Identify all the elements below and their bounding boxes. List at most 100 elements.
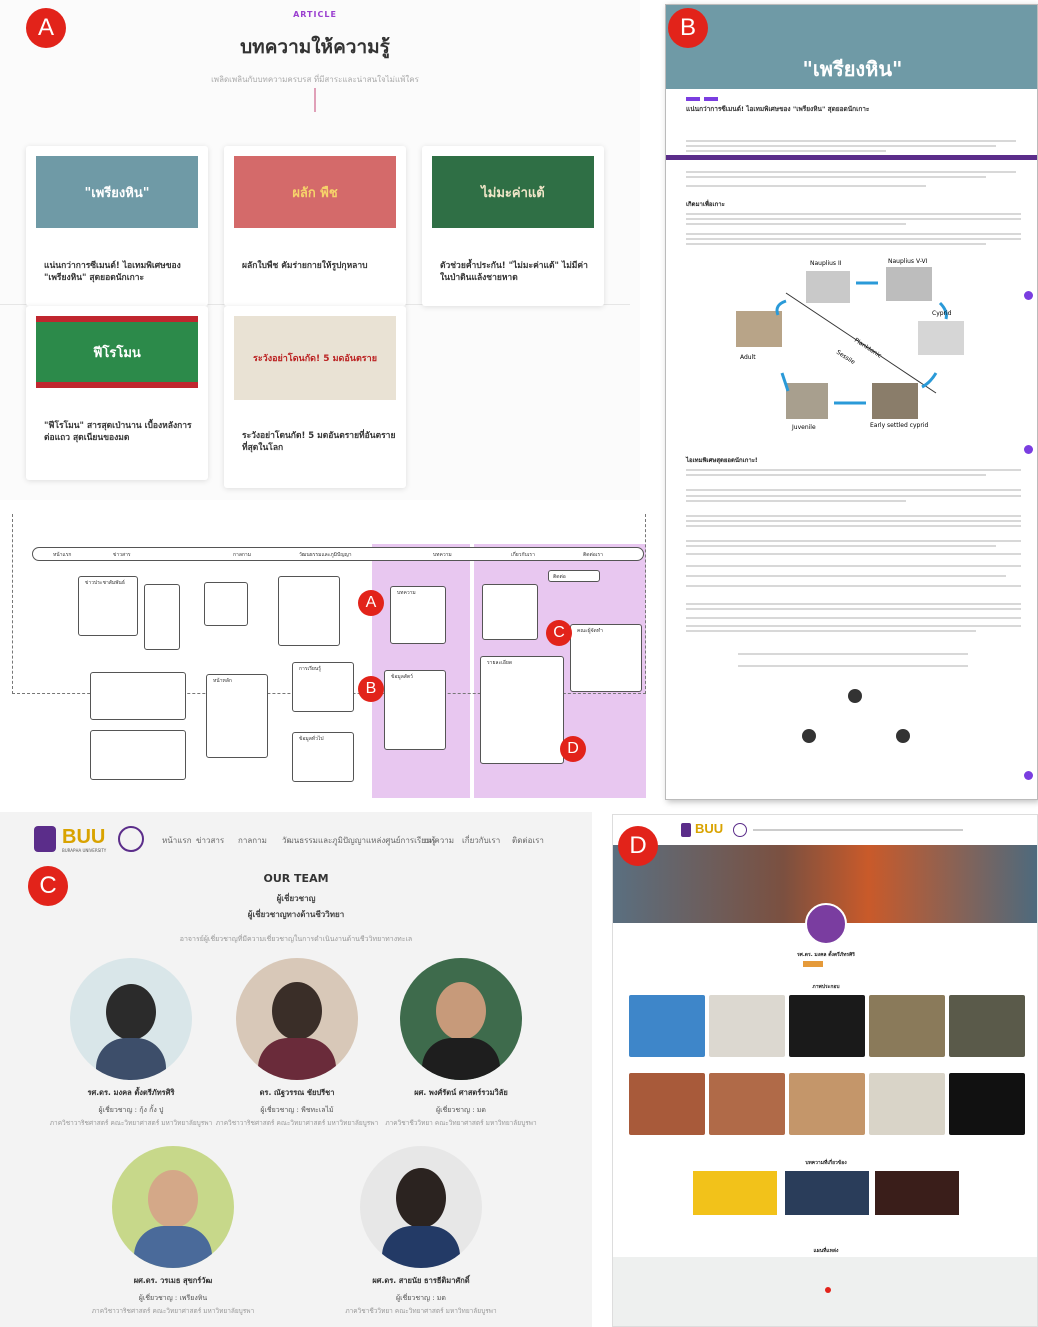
article-card[interactable]: ไม่มะค่าแต้ ตัวช่วยค้ำประกัน! "ไม่มะค่าแ… [422, 146, 604, 306]
article-title[interactable]: ตัวช่วยค้ำประกัน! "ไม่มะค่าแต้" ไม่มีค่า… [440, 260, 594, 284]
team-title: OUR TEAM [263, 872, 329, 885]
species-panel: BUU รศ.ดร. มงคล ตั้งตรีภัทรศิริ ภาพประกอ… [612, 814, 1038, 1327]
member-dept: ภาควิชาชีววิทยา คณะวิทยาศาสตร์ มหาวิทยาล… [385, 1119, 537, 1127]
page-subtitle: เพลิดเพลินกับบทความครบรส ที่มีสาระและน่า… [211, 75, 419, 84]
team-member-card: รศ.ดร. มงคล ตั้งตรีภัทรศิริ ผู้เชี่ยวชาญ… [46, 958, 216, 1128]
member-photo [236, 958, 358, 1080]
scroll-button[interactable] [1024, 445, 1033, 454]
nav-item[interactable]: วัฒนธรรมและภูมิปัญญา [282, 834, 366, 847]
nav-item[interactable]: เกี่ยวกับเรา [462, 834, 500, 847]
scroll-button[interactable] [1024, 291, 1033, 300]
logo[interactable]: BUU [695, 821, 723, 836]
article-thumbnail[interactable]: ไม่มะค่าแต้ [432, 156, 594, 228]
tag[interactable] [803, 961, 823, 967]
diagram-box: ข้อมูลสัตว์ [384, 670, 446, 750]
nav-item[interactable]: ข่าวสาร [196, 834, 224, 847]
specimen-image[interactable] [629, 1073, 705, 1135]
article-heading: แน่นกว่าการซีเมนต์! ไอเทมพิเศษของ "เพรีย… [686, 105, 870, 113]
article-title[interactable]: แน่นกว่าการซีเมนต์! ไอเทมพิเศษของ "เพรีย… [44, 260, 198, 284]
article-thumbnail[interactable]: ระวังอย่าโดนกัด! 5 มดอันตราย [234, 316, 396, 400]
member-dept: ภาควิชาวาริชศาสตร์ คณะวิทยาศาสตร์ มหาวิท… [49, 1119, 213, 1127]
member-role: ผู้เชี่ยวชาญ : กุ้ง กั้ง ปู [98, 1106, 164, 1114]
member-photo [70, 958, 192, 1080]
team-panel: BUU BURAPHA UNIVERSITY หน้าแรก ข่าวสาร ก… [0, 812, 592, 1327]
lifecycle-diagram: Nauplius II Nauplius V-VI Cyprid Plankto… [736, 258, 964, 431]
nav-item[interactable]: กาลกาม [238, 834, 267, 847]
rspg-logo-icon [733, 823, 747, 837]
diagram-box: การเรียนรู้ [292, 662, 354, 712]
specimen-image[interactable] [629, 995, 705, 1057]
article-thumbnail[interactable]: ผลัก พืช [234, 156, 396, 228]
related-article-thumbnail[interactable] [875, 1171, 959, 1215]
nav-label: กาลกาม [233, 552, 252, 558]
profile-name: รศ.ดร. มงคล ตั้งตรีภัทรศิริ [797, 952, 855, 958]
specimen-image[interactable] [709, 995, 785, 1057]
specimen-image[interactable] [709, 1073, 785, 1135]
stage-label: Planktonic [853, 337, 883, 360]
stage-label: Nauplius II [810, 260, 842, 267]
member-dept: ภาควิชาชีววิทยา คณะวิทยาศาสตร์ มหาวิทยาล… [345, 1307, 497, 1315]
marker-a: A [26, 8, 66, 48]
article-title[interactable]: ระวังอย่าโดนกัด! 5 มดอันตรายที่อันตรายที… [242, 430, 396, 454]
stage-label: Sessile [835, 349, 856, 366]
related-article-thumbnail[interactable] [693, 1171, 777, 1215]
member-photo [400, 958, 522, 1080]
article-title[interactable]: ผลักใบพืช คัมร่ายกายให้รูปกุหลาบ [242, 260, 396, 272]
specimen-image[interactable] [949, 995, 1025, 1057]
nav-item[interactable]: บทความ [424, 834, 454, 847]
team-intro: อาจารย์ผู้เชี่ยวชาญที่มีความเชี่ยวชาญในก… [179, 935, 413, 943]
article-title[interactable]: "ฟีโรโมน" สารสุดเป่านาน เบื้องหลังการต่อ… [44, 420, 198, 444]
article-card[interactable]: ผลัก พืช ผลักใบพืช คัมร่ายกายให้รูปกุหลา… [224, 146, 406, 306]
nav-label: ติดต่อเรา [583, 552, 603, 558]
member-photo [112, 1146, 234, 1268]
nav-item[interactable]: ติดต่อเรา [512, 834, 544, 847]
logo-subtitle: BURAPHA UNIVERSITY [62, 848, 107, 853]
diagram-marker-c: C [546, 620, 572, 646]
tag[interactable] [704, 97, 718, 101]
article-panel: ARTICLE บทความให้ความรู้ เพลิดเพลินกับบท… [0, 0, 640, 500]
article-thumbnail[interactable]: ฟีโรโมน [36, 316, 198, 388]
nav-label: วัฒนธรรมและภูมิปัญญา [299, 552, 352, 558]
logo[interactable]: BUU [62, 826, 105, 849]
avatar[interactable] [896, 729, 910, 743]
article-card[interactable]: ฟีโรโมน "ฟีโรโมน" สารสุดเป่านาน เบื้องหล… [26, 306, 208, 480]
avatar[interactable] [848, 689, 862, 703]
nav-label: บทความ [433, 552, 452, 558]
marker-c: C [28, 866, 68, 906]
stage-label: Early settled cyprid [870, 422, 928, 429]
diagram-box [482, 584, 538, 640]
specimen-image[interactable] [789, 1073, 865, 1135]
section-title: ภาพประกอบ [812, 984, 840, 990]
article-thumbnail[interactable]: "เพรียงหิน" [36, 156, 198, 228]
map-pin-icon[interactable] [825, 1287, 831, 1293]
diagram-marker-b: B [358, 676, 384, 702]
member-role: ผู้เชี่ยวชาญ : เพรียงหิน [138, 1294, 208, 1302]
scroll-button[interactable] [1024, 771, 1033, 780]
specimen-image[interactable] [949, 1073, 1025, 1135]
team-subtitle: ผู้เชี่ยวชาญทางด้านชีววิทยา [247, 910, 345, 919]
stage-label: Nauplius V-VI [888, 258, 928, 265]
profile-avatar[interactable] [805, 903, 847, 945]
specimen-image[interactable] [869, 995, 945, 1057]
diagram-marker-a: A [358, 590, 384, 616]
article-card[interactable]: ระวังอย่าโดนกัด! 5 มดอันตราย ระวังอย่าโด… [224, 306, 406, 488]
specimen-image[interactable] [869, 1073, 945, 1135]
nav-item[interactable]: หน้าแรก [162, 834, 192, 847]
member-dept: ภาควิชาวาริชศาสตร์ คณะวิทยาศาสตร์ มหาวิท… [215, 1119, 379, 1127]
specimen-image[interactable] [789, 995, 865, 1057]
member-dept: ภาควิชาวาริชศาสตร์ คณะวิทยาศาสตร์ มหาวิท… [91, 1307, 255, 1315]
diagram-box: ข้อมูลทั่วไป [292, 732, 354, 782]
team-subtitle: ผู้เชี่ยวชาญ [276, 894, 316, 903]
avatar[interactable] [802, 729, 816, 743]
section-heading: ไอเทมพิเศษสุดยอดนักเกาะ! [686, 457, 758, 464]
tag[interactable] [686, 97, 700, 101]
article-card[interactable]: "เพรียงหิน" แน่นกว่าการซีเมนต์! ไอเทมพิเ… [26, 146, 208, 306]
nav-bar[interactable] [753, 829, 963, 831]
section-title: บทความที่เกี่ยวข้อง [805, 1160, 847, 1166]
nav-label: ข่าวสาร [113, 552, 131, 558]
diagram-box [204, 582, 248, 626]
member-name: ผศ.ดร. สายนัย ธารธีติมาศักดิ์ [372, 1276, 470, 1285]
related-article-thumbnail[interactable] [785, 1171, 869, 1215]
stage-label: Juvenile [791, 424, 816, 431]
diagram-marker-d: D [560, 736, 586, 762]
